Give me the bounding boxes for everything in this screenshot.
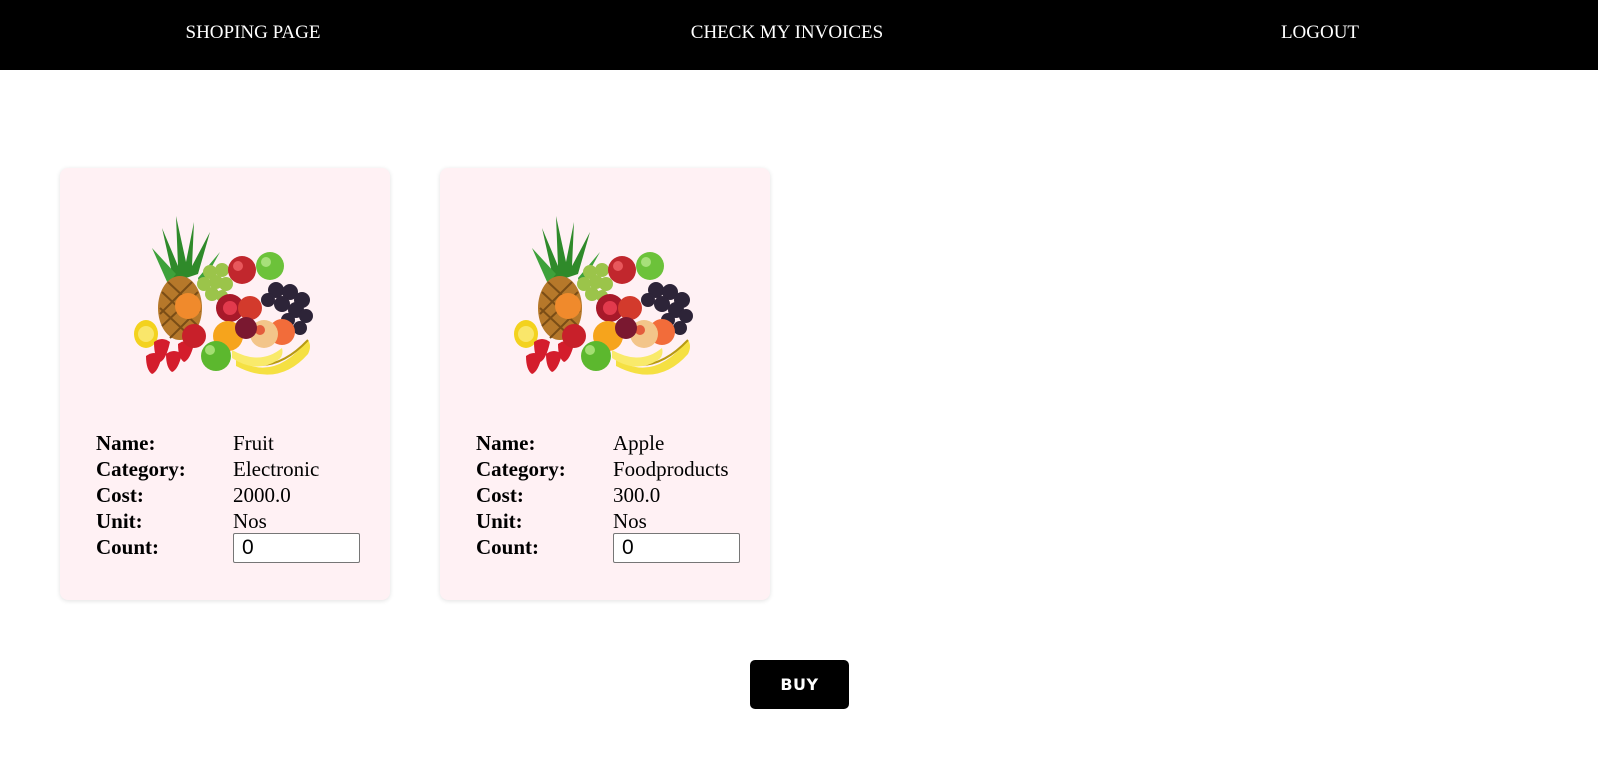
nav-shopping-page[interactable]: SHOPING PAGE <box>186 0 321 66</box>
product-name: Fruit <box>233 431 274 455</box>
category-label: Category: <box>476 457 566 481</box>
product-cost: 2000.0 <box>233 483 291 507</box>
unit-label: Unit: <box>96 509 143 533</box>
product-name: Apple <box>613 431 665 455</box>
name-label: Name: <box>476 431 536 455</box>
product-category: Electronic <box>233 457 320 481</box>
fruit-basket-icon <box>132 208 318 384</box>
product-unit: Nos <box>613 509 647 533</box>
name-label: Name: <box>96 431 156 455</box>
product-card: Name: Apple Category: Foodproducts Cost:… <box>440 168 770 600</box>
count-label: Count: <box>476 535 540 559</box>
count-input[interactable] <box>233 533 360 563</box>
cost-label: Cost: <box>476 483 524 507</box>
product-category: Foodproducts <box>613 457 729 481</box>
cost-label: Cost: <box>96 483 144 507</box>
count-label: Count: <box>96 535 160 559</box>
category-label: Category: <box>96 457 186 481</box>
product-cost: 300.0 <box>613 483 661 507</box>
count-input[interactable] <box>613 533 740 563</box>
top-navbar: SHOPING PAGE CHECK MY INVOICES LOGOUT <box>0 0 1598 70</box>
fruit-basket-icon <box>512 208 698 384</box>
buy-button[interactable]: BUY <box>750 660 849 709</box>
nav-check-invoices[interactable]: CHECK MY INVOICES <box>691 0 883 66</box>
unit-label: Unit: <box>476 509 523 533</box>
nav-logout[interactable]: LOGOUT <box>1281 0 1359 66</box>
product-card: Name: Fruit Category: Electronic Cost: 2… <box>60 168 390 600</box>
product-unit: Nos <box>233 509 267 533</box>
